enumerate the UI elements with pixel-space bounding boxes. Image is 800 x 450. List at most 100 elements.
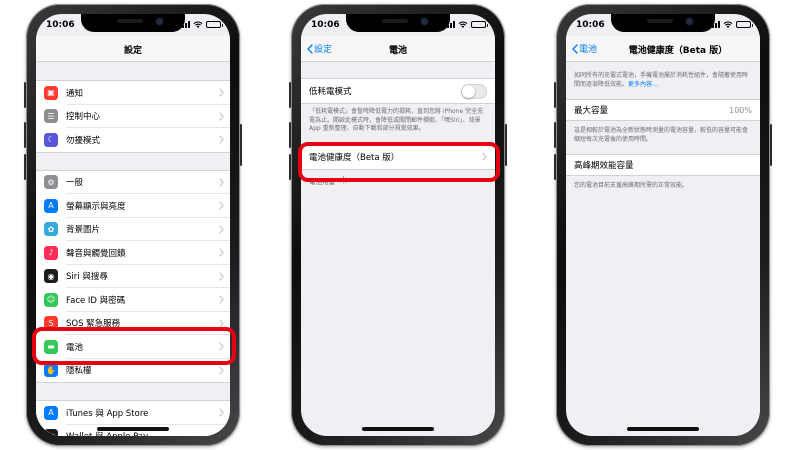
chevron-right-icon (482, 152, 487, 161)
phone-battery-health: 10:06 電池 電池健康度（Beta 版） 如同所有的充電式電池，手機電池屬於… (554, 4, 772, 446)
settings-row-control-center[interactable]: ☰ 控制中心 (36, 104, 230, 128)
settings-row-wallpaper[interactable]: ✿ 背景圖片 (36, 217, 230, 241)
notch (346, 14, 450, 32)
phone-screen: 10:06 設定 ▣ 通知 ☰ 控制中心 ☾ 勿擾模式 ⚙ 一般 A 螢幕顯示與亮度 ✿ 背景圖片 ♪ 聲… (36, 14, 230, 436)
settings-row-label: 螢幕顯示與亮度 (66, 201, 126, 212)
battery-status-icon (471, 21, 488, 28)
gear-icon: ⚙ (44, 175, 58, 190)
low-power-group: 低耗電模式 (301, 78, 495, 104)
nav-bar: 設定 (36, 36, 230, 62)
battery-content: 低耗電模式 「低耗電模式」會暫時降低電力的損耗，直到您將 iPhone 完全充電… (301, 62, 495, 436)
settings-list[interactable]: ▣ 通知 ☰ 控制中心 ☾ 勿擾模式 ⚙ 一般 A 螢幕顯示與亮度 ✿ 背景圖片 ♪ 聲音與觸覺回饋 ◉ Si… (36, 62, 230, 436)
wifi-icon (458, 21, 468, 28)
more-info-link[interactable]: 更多內容… (628, 81, 658, 88)
settings-row-label: 聲音與觸覺回饋 (66, 248, 126, 259)
chevron-right-icon (219, 408, 224, 417)
chevron-left-icon (572, 43, 578, 54)
chevron-right-icon (219, 248, 224, 257)
settings-row-label: 一般 (66, 178, 84, 189)
settings-row-label: SOS 緊急服務 (66, 319, 121, 330)
settings-row-label: 電池 (66, 342, 84, 353)
moon-icon: ☾ (44, 132, 58, 147)
hand-icon: ✋ (44, 363, 58, 378)
back-button-label: 電池 (579, 45, 598, 55)
siri-icon: ◉ (44, 269, 58, 284)
phone-settings: 10:06 設定 ▣ 通知 ☰ 控制中心 ☾ 勿擾模式 ⚙ 一般 A 螢幕顯示與亮度 ✿ 背景圖片 ♪ 聲… (24, 4, 242, 446)
nav-bar: 電池 電池健康度（Beta 版） (566, 36, 760, 62)
battery-icon: ▬ (44, 339, 58, 354)
page-title: 電池健康度（Beta 版） (628, 46, 728, 56)
settings-row-label: Face ID 與密碼 (66, 295, 126, 306)
settings-row-label: Wallet 與 Apple Pay (66, 430, 230, 436)
settings-row-moon[interactable]: ☾ 勿擾模式 (36, 128, 230, 152)
chevron-right-icon (219, 365, 224, 375)
front-camera-icon (156, 18, 163, 25)
max-capacity-row: 最大容量 100% (566, 99, 760, 121)
phone-screen: 10:06 設定 電池 低耗電模式 「低耗電模式」會暫時降低電力的損耗，直到您將… (301, 14, 495, 436)
battery-status-icon (736, 21, 753, 28)
settings-row-label: 背景圖片 (66, 225, 101, 236)
settings-row-label: 通知 (66, 88, 84, 99)
page-title: 設定 (123, 46, 142, 56)
status-time: 10:06 (311, 20, 340, 30)
peak-performance-note: 您的電池目前支援高峰期所需的正常效能。 (574, 182, 689, 189)
front-camera-icon (421, 18, 428, 25)
settings-row-sos[interactable]: S SOS 緊急服務 (36, 311, 230, 335)
chevron-right-icon (219, 177, 224, 187)
phone-battery: 10:06 設定 電池 低耗電模式 「低耗電模式」會暫時降低電力的損耗，直到您將… (289, 4, 507, 446)
chevron-right-icon (219, 271, 224, 281)
settings-row-gear[interactable]: ⚙ 一般 (36, 170, 230, 194)
notifications-icon: ▣ (44, 85, 58, 100)
settings-row-app-store[interactable]: AiTunes 與 App Store (36, 401, 230, 425)
wifi-icon (193, 21, 203, 28)
settings-row-siri[interactable]: ◉ Siri 與搜尋 (36, 264, 230, 288)
chevron-right-icon (219, 318, 224, 328)
settings-group: ⚙ 一般 A 螢幕顯示與亮度 ✿ 背景圖片 ♪ 聲音與觸覺回饋 ◉ Siri 與搜尋 ☺ Face I… (36, 169, 230, 383)
chevron-right-icon (219, 224, 224, 234)
notch (611, 14, 715, 32)
chevron-right-icon (219, 135, 224, 144)
settings-row-face-id[interactable]: ☺ Face ID 與密碼 (36, 288, 230, 312)
home-indicator[interactable] (97, 427, 169, 431)
notch (81, 14, 185, 32)
low-power-row: 低耗電模式 (301, 79, 495, 103)
chevron-right-icon (219, 201, 224, 210)
chevron-right-icon (219, 88, 224, 97)
battery-usage-section: 電池用量 (301, 170, 495, 189)
settings-row-label: 隱私權 (66, 366, 92, 377)
battery-health-intro: 如同所有的充電式電池，手機電池屬於消耗性組件，會隨著使用時間而逐漸降低效能。更多… (566, 62, 760, 99)
display-icon: A (44, 198, 58, 213)
settings-row-hand[interactable]: ✋ 隱私權 (36, 358, 230, 382)
app-store-icon: A (44, 405, 58, 420)
settings-group: ▣ 通知 ☰ 控制中心 ☾ 勿擾模式 (36, 80, 230, 153)
status-time: 10:06 (576, 20, 605, 30)
intro-text: 如同所有的充電式電池，手機電池屬於消耗性組件，會隨著使用時間而逐漸降低效能。 (574, 72, 749, 88)
settings-row-battery[interactable]: ▬ 電池 (36, 335, 230, 359)
chevron-right-icon (219, 342, 224, 351)
status-time: 10:06 (46, 20, 75, 30)
max-capacity-value: 100% (729, 105, 752, 115)
home-indicator[interactable] (362, 427, 434, 431)
wallet-icon: ▤ (44, 429, 58, 436)
settings-row-sound[interactable]: ♪ 聲音與觸覺回饋 (36, 241, 230, 265)
wifi-icon (723, 21, 733, 28)
settings-row-notifications[interactable]: ▣ 通知 (36, 81, 230, 105)
wallpaper-icon: ✿ (44, 222, 58, 237)
low-power-toggle[interactable] (461, 83, 487, 99)
peak-performance-row: 高峰期效能容量 (566, 154, 760, 176)
battery-health-label: 電池健康度（Beta 版） (309, 152, 400, 163)
home-indicator[interactable] (627, 427, 699, 431)
battery-usage-label: 電池用量 (309, 177, 335, 186)
battery-status-icon (206, 21, 223, 28)
settings-row-label: iTunes 與 App Store (66, 408, 149, 419)
battery-health-row[interactable]: 電池健康度（Beta 版） (301, 144, 495, 169)
back-button[interactable]: 電池 (572, 42, 597, 55)
sos-icon: S (44, 316, 58, 331)
front-camera-icon (686, 18, 693, 25)
page-title: 電池 (388, 46, 407, 56)
chevron-right-icon (219, 431, 224, 436)
nav-bar: 設定 電池 (301, 36, 495, 62)
settings-row-display[interactable]: A 螢幕顯示與亮度 (36, 194, 230, 218)
chevron-right-icon (219, 295, 224, 304)
settings-row-label: 勿擾模式 (66, 135, 101, 146)
